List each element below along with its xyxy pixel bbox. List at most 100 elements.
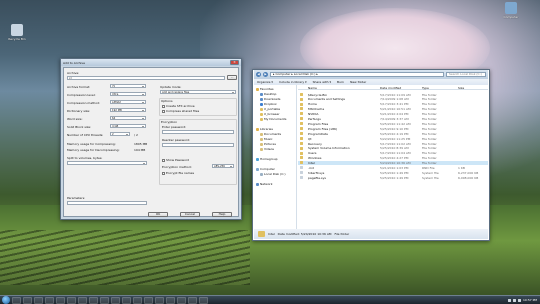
header-name[interactable]: Name (308, 86, 317, 90)
nav-item[interactable]: Music (260, 137, 273, 141)
file-date: 5/21/2010 10:51 AM (380, 107, 411, 112)
taskbar-button[interactable] (100, 296, 109, 304)
header-type[interactable]: Type (422, 86, 429, 90)
help-button[interactable]: Help (212, 212, 232, 217)
file-list: Name Date modified Type Size $Recycle.Bi… (298, 85, 488, 229)
taskbar-button[interactable] (89, 296, 98, 304)
taskbar-button[interactable] (12, 296, 21, 304)
nav-item[interactable]: Local Disk (C:) (260, 172, 286, 176)
encrypt-names-checkbox[interactable]: Encrypt file names (162, 171, 194, 175)
new-folder-button[interactable]: New folder (350, 80, 366, 84)
breadcrumb[interactable]: ▸ Computer ▸ Local Disk (C:) ▸ (270, 72, 444, 77)
level-select[interactable]: Ultra (110, 92, 146, 96)
nav-item[interactable]: Network (256, 182, 273, 186)
nav-item[interactable]: Computer (256, 167, 275, 171)
forward-icon[interactable]: ▶ (263, 72, 268, 77)
desktop-icon-computer[interactable]: Computer (496, 2, 526, 19)
file-row[interactable]: .rnd 5/21/2010 1:03 PM RND File 1 KB (298, 166, 488, 171)
file-row[interactable]: System Volume Information 5/25/2010 8:39 … (298, 146, 488, 151)
desktop-icon-recycle-bin[interactable]: Recycle Bin (2, 24, 32, 41)
include-library-menu[interactable]: Include in library ▾ (279, 80, 307, 84)
close-button[interactable]: ✕ (230, 60, 239, 65)
taskbar-button[interactable] (155, 296, 164, 304)
nav-item[interactable]: Dropbox (260, 102, 277, 106)
sfx-checkbox[interactable]: Create SFX archive (162, 104, 195, 108)
clock[interactable]: 10:57 PM (523, 298, 537, 302)
file-row[interactable]: PerfLogs 7/14/2009 3:37 AM File folder (298, 117, 488, 122)
file-row[interactable]: Recovery 5/17/2010 11:02 AM File folder (298, 141, 488, 146)
taskbar-button[interactable] (133, 296, 142, 304)
nav-item-label: X_browser (264, 112, 280, 116)
taskbar-button[interactable] (56, 296, 65, 304)
volume-icon[interactable] (513, 298, 516, 302)
archive-path-input[interactable]: c:\ (67, 76, 225, 80)
nav-item[interactable]: My Documents (260, 117, 286, 121)
file-row[interactable]: Home 5/17/2010 3:41 PM File folder (298, 102, 488, 107)
file-row[interactable]: NVIDIA 5/21/2010 2:04 PM File folder (298, 112, 488, 117)
header-size[interactable]: Size (458, 86, 464, 90)
browse-button[interactable]: ... (227, 75, 237, 80)
taskbar-button[interactable] (144, 296, 153, 304)
enc-method-select[interactable]: AES-256 (212, 164, 234, 168)
show-password-checkbox[interactable]: Show Password (162, 158, 189, 162)
taskbar-button[interactable] (177, 296, 186, 304)
nav-item[interactable]: Videos (260, 147, 274, 151)
file-row[interactable]: $Recycle.Bin 5/17/2010 11:09 AM File folde… (298, 92, 488, 97)
shared-checkbox[interactable]: Compress shared files (162, 109, 199, 113)
nav-item-label: Computer (260, 167, 275, 171)
file-row[interactable]: Program Files (x86) 5/25/2010 9:10 PM File… (298, 126, 488, 131)
method-select[interactable]: LZMA2 (110, 100, 146, 104)
share-with-menu[interactable]: Share with ▾ (313, 80, 331, 84)
flag-icon[interactable] (518, 298, 521, 302)
split-select[interactable] (67, 161, 147, 165)
taskbar-button[interactable] (166, 296, 175, 304)
word-select[interactable]: 64 (110, 116, 146, 120)
taskbar-button[interactable] (45, 296, 54, 304)
reenter-password-input[interactable] (162, 143, 234, 147)
taskbar-button[interactable] (23, 296, 32, 304)
nav-item[interactable]: Downloads (260, 97, 280, 101)
taskbar-button[interactable] (188, 296, 197, 304)
ok-button[interactable]: OK (148, 212, 168, 217)
folder-icon (300, 102, 303, 106)
back-icon[interactable]: ◀ (256, 72, 261, 77)
file-row[interactable]: Program Files 5/25/2010 11:42 AM File fold… (298, 121, 488, 126)
file-row[interactable]: hiberfil.sys 5/25/2010 1:49 PM System file… (298, 170, 488, 175)
taskbar-button[interactable] (122, 296, 131, 304)
nav-item[interactable]: X_browser (260, 112, 280, 116)
password-input[interactable] (162, 130, 234, 134)
cancel-button[interactable]: Cancel (180, 212, 200, 217)
nav-item[interactable]: Pictures (260, 142, 276, 146)
header-date[interactable]: Date modified (380, 86, 401, 90)
file-row[interactable]: ProgramData 5/25/2010 4:19 PM File folder (298, 131, 488, 136)
taskbar-button[interactable] (34, 296, 43, 304)
file-row[interactable]: Intel 5/24/2010 10:36 AM File folder (298, 160, 488, 166)
network-icon[interactable] (508, 298, 511, 302)
file-row[interactable]: MSOCache 5/21/2010 10:51 AM File folder (298, 107, 488, 112)
dict-select[interactable]: 192 MB (110, 108, 146, 112)
file-row[interactable]: pagefile.sys 5/25/2010 1:49 PM System file… (298, 175, 488, 180)
search-input[interactable]: Search Local Disk (C:) (446, 72, 486, 77)
file-row[interactable]: Users 5/17/2010 11:04 AM File folder (298, 151, 488, 156)
nav-item[interactable]: Favorites (256, 87, 274, 91)
taskbar-button[interactable] (199, 296, 208, 304)
threads-select[interactable]: 2 (110, 132, 130, 136)
nav-item[interactable]: Libraries (256, 127, 273, 131)
update-select[interactable]: Add and replace files (160, 90, 236, 94)
solid-select[interactable]: 4 GB (110, 124, 146, 128)
taskbar-button[interactable] (78, 296, 87, 304)
nav-item[interactable]: Homegroup (256, 157, 278, 161)
burn-button[interactable]: Burn (337, 80, 344, 84)
params-input[interactable] (67, 201, 147, 205)
file-row[interactable]: Documents and Settings 7/14/2009 1:08 AM F… (298, 97, 488, 102)
nav-item[interactable]: X_portable (260, 107, 280, 111)
nav-item[interactable]: Desktop (260, 92, 276, 96)
start-button[interactable] (2, 296, 10, 304)
taskbar-button[interactable] (111, 296, 120, 304)
taskbar-button[interactable] (67, 296, 76, 304)
organize-menu[interactable]: Organize ▾ (257, 80, 273, 84)
file-row[interactable]: Qt 5/22/2010 11:25 PM File folder (298, 136, 488, 141)
file-row[interactable]: Windows 5/25/2010 4:27 PM File folder (298, 156, 488, 161)
nav-item[interactable]: Documents (260, 132, 281, 136)
format-select[interactable]: 7z (110, 84, 146, 88)
